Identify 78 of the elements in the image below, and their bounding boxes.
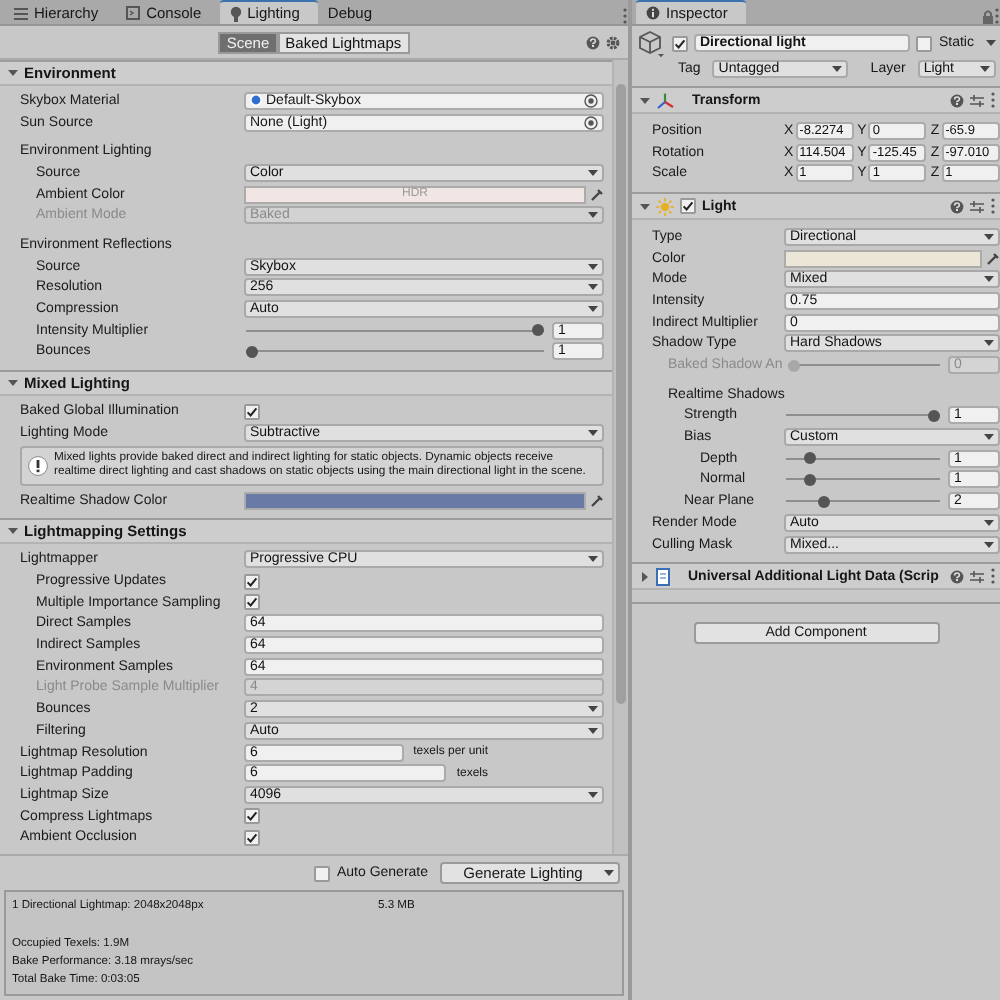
caret-icon: [588, 706, 598, 713]
kebab-menu-icon[interactable]: [994, 8, 1000, 24]
console-icon: [126, 6, 141, 20]
slider-handle[interactable]: [532, 324, 544, 337]
caret-icon: [588, 284, 598, 291]
slider-track[interactable]: [246, 342, 544, 361]
lightbulb-icon: [229, 5, 242, 21]
slider-handle[interactable]: [246, 345, 258, 358]
kebab-menu-icon[interactable]: [622, 8, 628, 24]
caret-icon: [588, 212, 598, 219]
kebab-menu-icon[interactable]: [990, 92, 996, 108]
help-icon[interactable]: [950, 199, 964, 214]
foldout-icon[interactable]: [8, 526, 18, 537]
caret-icon: [984, 276, 994, 283]
slider-track[interactable]: [786, 492, 940, 511]
foldout-icon[interactable]: [640, 201, 650, 212]
slider-handle[interactable]: [928, 409, 940, 422]
scrollbar[interactable]: [612, 60, 628, 854]
warning-icon: [28, 455, 48, 476]
caret-icon: [984, 519, 994, 526]
checkbox[interactable]: [680, 198, 696, 215]
caret-icon: [588, 263, 598, 270]
caret-icon: [832, 66, 843, 72]
slider-handle[interactable]: [803, 473, 816, 486]
help-icon[interactable]: [950, 93, 964, 107]
eyedropper-icon[interactable]: [590, 187, 604, 202]
caret-icon: [604, 870, 614, 876]
foldout-icon[interactable]: [8, 68, 18, 78]
checkbox[interactable]: [244, 829, 260, 846]
material-icon: [250, 94, 262, 107]
caret-icon: [588, 429, 598, 436]
help-icon[interactable]: [586, 35, 600, 49]
slider-track[interactable]: [786, 406, 940, 425]
caret-icon: [588, 727, 598, 734]
slider-track[interactable]: [786, 470, 940, 489]
info-icon: [646, 6, 660, 20]
color-field[interactable]: [784, 249, 982, 268]
script-icon: [656, 567, 670, 586]
cube-icon[interactable]: [638, 29, 666, 57]
checkbox[interactable]: [244, 808, 260, 825]
checkbox[interactable]: [244, 403, 260, 420]
sun-icon: [656, 197, 674, 216]
kebab-menu-icon[interactable]: [990, 198, 996, 215]
checkbox[interactable]: [916, 35, 933, 51]
caret-icon: [588, 556, 598, 563]
lock-icon[interactable]: [982, 10, 994, 24]
checkbox[interactable]: [244, 573, 260, 589]
eyedropper-icon[interactable]: [590, 493, 604, 508]
caret-icon: [984, 340, 994, 347]
slider-handle[interactable]: [817, 495, 830, 508]
slider-track[interactable]: [786, 449, 940, 468]
caret-icon: [588, 306, 598, 313]
caret-icon: [984, 233, 994, 240]
caret-icon: [588, 791, 598, 798]
axes-icon: [656, 91, 674, 109]
sliders-icon[interactable]: [970, 93, 984, 107]
foldout-icon[interactable]: [8, 378, 18, 389]
caret-icon: [980, 66, 990, 72]
checkbox[interactable]: [244, 594, 260, 611]
foldout-icon[interactable]: [640, 95, 650, 105]
slider-handle[interactable]: [803, 452, 816, 465]
color-field[interactable]: [244, 491, 586, 510]
checkbox[interactable]: [672, 35, 688, 51]
caret-icon: [984, 434, 994, 441]
caret-icon: [986, 40, 996, 46]
slider-track[interactable]: [788, 356, 940, 375]
slider-track[interactable]: [246, 321, 544, 340]
help-icon[interactable]: [950, 569, 964, 584]
kebab-menu-icon[interactable]: [990, 568, 996, 585]
caret-icon: [588, 169, 598, 176]
caret-icon: [984, 541, 994, 548]
settings-icon[interactable]: [606, 35, 620, 49]
eyedropper-icon[interactable]: [986, 251, 1000, 266]
sliders-icon[interactable]: [970, 199, 984, 214]
list-icon: [14, 7, 28, 19]
sliders-icon[interactable]: [970, 569, 984, 584]
checkbox[interactable]: [314, 865, 331, 881]
foldout-icon[interactable]: [640, 571, 650, 582]
